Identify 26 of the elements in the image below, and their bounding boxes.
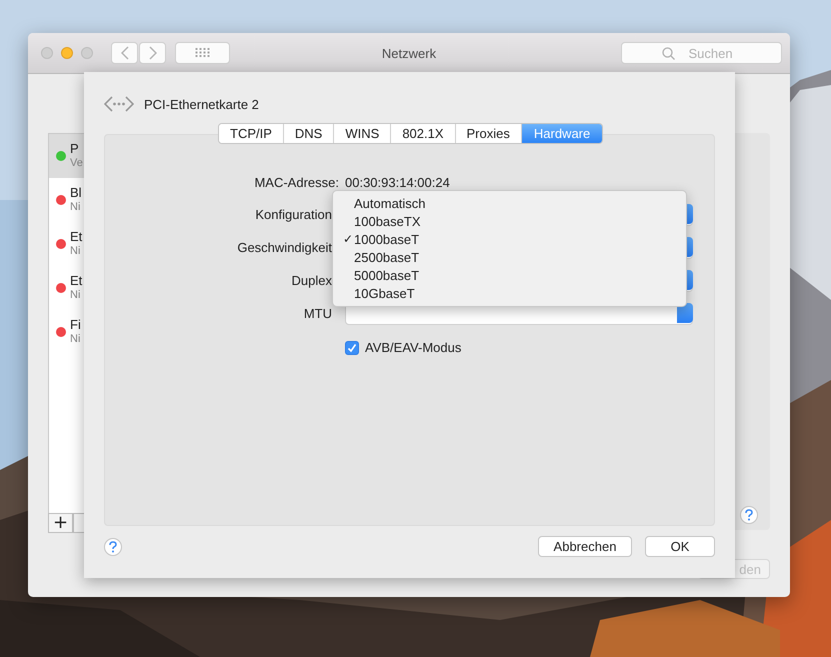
window-title: Netzwerk: [380, 46, 438, 61]
field-label: MTU: [302, 305, 333, 323]
menu-item-label: 1000baseT: [354, 232, 420, 246]
field-label: Geschwindigkeit: [236, 239, 333, 257]
service-status: Ni: [70, 332, 81, 346]
menu-item-label: 2500baseT: [354, 250, 420, 264]
service-status: Ni: [70, 200, 82, 214]
service-name: P: [70, 142, 80, 156]
menu-item-label: 10GbaseT: [354, 286, 415, 300]
service-status: Ve: [70, 156, 83, 170]
checkbox-label: AVB/EAV-Modus: [365, 340, 462, 355]
service-name: Et: [70, 230, 82, 244]
mac-address: 00:30:93:14:00:24: [345, 174, 451, 192]
field-label: Duplex: [290, 272, 333, 290]
checkmark-icon: ✓: [333, 232, 354, 246]
menu-item-label: 100baseTX: [354, 214, 420, 228]
field-label: MAC-Adresse:: [253, 174, 339, 192]
service-name: Fi: [70, 318, 81, 332]
service-name: Bl: [70, 186, 82, 200]
sheet-title: PCI-Ethernetkarte 2: [144, 96, 259, 112]
service-name: Et: [70, 274, 82, 288]
menu-item-label: Automatisch: [354, 196, 426, 210]
menu-item-label: 5000baseT: [354, 268, 420, 282]
service-status: Ni: [70, 244, 82, 258]
field-label: Konfiguration: [254, 206, 333, 224]
service-status: Ni: [70, 288, 82, 302]
